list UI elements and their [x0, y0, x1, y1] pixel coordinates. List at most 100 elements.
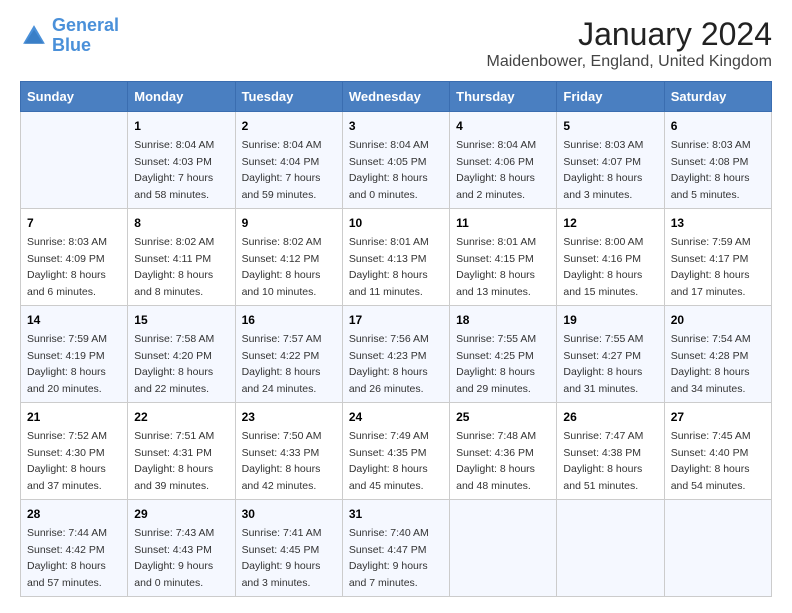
day-number: 15 — [134, 311, 228, 329]
day-info: Sunrise: 7:40 AMSunset: 4:47 PMDaylight:… — [349, 527, 429, 589]
calendar-day-cell: 3 Sunrise: 8:04 AMSunset: 4:05 PMDayligh… — [342, 112, 449, 209]
page-subtitle: Maidenbower, England, United Kingdom — [486, 53, 772, 71]
logo-line2: Blue — [52, 35, 91, 55]
weekday-header: Sunday — [21, 82, 128, 112]
day-number: 2 — [242, 117, 336, 135]
calendar-day-cell: 30 Sunrise: 7:41 AMSunset: 4:45 PMDaylig… — [235, 500, 342, 597]
calendar-table: SundayMondayTuesdayWednesdayThursdayFrid… — [20, 81, 772, 597]
day-number: 16 — [242, 311, 336, 329]
day-info: Sunrise: 7:56 AMSunset: 4:23 PMDaylight:… — [349, 333, 429, 395]
day-number: 23 — [242, 408, 336, 426]
day-number: 28 — [27, 505, 121, 523]
calendar-day-cell: 31 Sunrise: 7:40 AMSunset: 4:47 PMDaylig… — [342, 500, 449, 597]
calendar-day-cell — [557, 500, 664, 597]
calendar-day-cell: 20 Sunrise: 7:54 AMSunset: 4:28 PMDaylig… — [664, 306, 771, 403]
day-number: 14 — [27, 311, 121, 329]
weekday-header: Wednesday — [342, 82, 449, 112]
calendar-day-cell: 23 Sunrise: 7:50 AMSunset: 4:33 PMDaylig… — [235, 403, 342, 500]
calendar-day-cell: 16 Sunrise: 7:57 AMSunset: 4:22 PMDaylig… — [235, 306, 342, 403]
day-number: 25 — [456, 408, 550, 426]
day-info: Sunrise: 7:41 AMSunset: 4:45 PMDaylight:… — [242, 527, 322, 589]
page-title: January 2024 — [486, 16, 772, 53]
day-number: 29 — [134, 505, 228, 523]
calendar-week-row: 21 Sunrise: 7:52 AMSunset: 4:30 PMDaylig… — [21, 403, 772, 500]
calendar-day-cell: 11 Sunrise: 8:01 AMSunset: 4:15 PMDaylig… — [450, 209, 557, 306]
calendar-week-row: 7 Sunrise: 8:03 AMSunset: 4:09 PMDayligh… — [21, 209, 772, 306]
calendar-week-row: 14 Sunrise: 7:59 AMSunset: 4:19 PMDaylig… — [21, 306, 772, 403]
day-info: Sunrise: 7:49 AMSunset: 4:35 PMDaylight:… — [349, 430, 429, 492]
calendar-day-cell: 15 Sunrise: 7:58 AMSunset: 4:20 PMDaylig… — [128, 306, 235, 403]
day-info: Sunrise: 7:43 AMSunset: 4:43 PMDaylight:… — [134, 527, 214, 589]
day-info: Sunrise: 8:04 AMSunset: 4:06 PMDaylight:… — [456, 139, 536, 201]
day-number: 5 — [563, 117, 657, 135]
logo-icon — [20, 22, 48, 50]
day-info: Sunrise: 8:03 AMSunset: 4:08 PMDaylight:… — [671, 139, 751, 201]
day-number: 9 — [242, 214, 336, 232]
calendar-header: SundayMondayTuesdayWednesdayThursdayFrid… — [21, 82, 772, 112]
logo-text: General Blue — [52, 16, 119, 56]
day-info: Sunrise: 8:04 AMSunset: 4:04 PMDaylight:… — [242, 139, 322, 201]
day-info: Sunrise: 8:02 AMSunset: 4:11 PMDaylight:… — [134, 236, 214, 298]
day-number: 30 — [242, 505, 336, 523]
day-number: 11 — [456, 214, 550, 232]
day-info: Sunrise: 8:01 AMSunset: 4:15 PMDaylight:… — [456, 236, 536, 298]
calendar-day-cell: 1 Sunrise: 8:04 AMSunset: 4:03 PMDayligh… — [128, 112, 235, 209]
day-number: 18 — [456, 311, 550, 329]
calendar-day-cell — [664, 500, 771, 597]
calendar-day-cell: 18 Sunrise: 7:55 AMSunset: 4:25 PMDaylig… — [450, 306, 557, 403]
day-info: Sunrise: 8:03 AMSunset: 4:07 PMDaylight:… — [563, 139, 643, 201]
day-number: 22 — [134, 408, 228, 426]
day-info: Sunrise: 8:02 AMSunset: 4:12 PMDaylight:… — [242, 236, 322, 298]
calendar-day-cell: 8 Sunrise: 8:02 AMSunset: 4:11 PMDayligh… — [128, 209, 235, 306]
day-number: 26 — [563, 408, 657, 426]
calendar-day-cell: 5 Sunrise: 8:03 AMSunset: 4:07 PMDayligh… — [557, 112, 664, 209]
day-info: Sunrise: 7:57 AMSunset: 4:22 PMDaylight:… — [242, 333, 322, 395]
day-number: 17 — [349, 311, 443, 329]
calendar-day-cell — [450, 500, 557, 597]
calendar-day-cell — [21, 112, 128, 209]
day-number: 6 — [671, 117, 765, 135]
calendar-day-cell: 28 Sunrise: 7:44 AMSunset: 4:42 PMDaylig… — [21, 500, 128, 597]
weekday-header: Tuesday — [235, 82, 342, 112]
weekday-header: Saturday — [664, 82, 771, 112]
day-number: 13 — [671, 214, 765, 232]
weekday-header: Friday — [557, 82, 664, 112]
day-info: Sunrise: 8:03 AMSunset: 4:09 PMDaylight:… — [27, 236, 107, 298]
day-info: Sunrise: 7:51 AMSunset: 4:31 PMDaylight:… — [134, 430, 214, 492]
calendar-day-cell: 7 Sunrise: 8:03 AMSunset: 4:09 PMDayligh… — [21, 209, 128, 306]
calendar-day-cell: 17 Sunrise: 7:56 AMSunset: 4:23 PMDaylig… — [342, 306, 449, 403]
weekday-header: Monday — [128, 82, 235, 112]
calendar-day-cell: 14 Sunrise: 7:59 AMSunset: 4:19 PMDaylig… — [21, 306, 128, 403]
calendar-day-cell: 27 Sunrise: 7:45 AMSunset: 4:40 PMDaylig… — [664, 403, 771, 500]
day-info: Sunrise: 7:58 AMSunset: 4:20 PMDaylight:… — [134, 333, 214, 395]
calendar-day-cell: 13 Sunrise: 7:59 AMSunset: 4:17 PMDaylig… — [664, 209, 771, 306]
day-info: Sunrise: 7:52 AMSunset: 4:30 PMDaylight:… — [27, 430, 107, 492]
day-number: 24 — [349, 408, 443, 426]
day-number: 4 — [456, 117, 550, 135]
logo: General Blue — [20, 16, 119, 56]
day-info: Sunrise: 7:59 AMSunset: 4:17 PMDaylight:… — [671, 236, 751, 298]
calendar-week-row: 28 Sunrise: 7:44 AMSunset: 4:42 PMDaylig… — [21, 500, 772, 597]
calendar-day-cell: 21 Sunrise: 7:52 AMSunset: 4:30 PMDaylig… — [21, 403, 128, 500]
weekday-header: Thursday — [450, 82, 557, 112]
day-info: Sunrise: 7:54 AMSunset: 4:28 PMDaylight:… — [671, 333, 751, 395]
day-number: 3 — [349, 117, 443, 135]
day-info: Sunrise: 8:01 AMSunset: 4:13 PMDaylight:… — [349, 236, 429, 298]
day-number: 7 — [27, 214, 121, 232]
calendar-day-cell: 26 Sunrise: 7:47 AMSunset: 4:38 PMDaylig… — [557, 403, 664, 500]
title-block: January 2024 Maidenbower, England, Unite… — [486, 16, 772, 71]
day-info: Sunrise: 7:55 AMSunset: 4:25 PMDaylight:… — [456, 333, 536, 395]
calendar-day-cell: 10 Sunrise: 8:01 AMSunset: 4:13 PMDaylig… — [342, 209, 449, 306]
day-number: 10 — [349, 214, 443, 232]
page-header: General Blue January 2024 Maidenbower, E… — [20, 16, 772, 71]
day-info: Sunrise: 8:04 AMSunset: 4:03 PMDaylight:… — [134, 139, 214, 201]
header-row: SundayMondayTuesdayWednesdayThursdayFrid… — [21, 82, 772, 112]
calendar-day-cell: 25 Sunrise: 7:48 AMSunset: 4:36 PMDaylig… — [450, 403, 557, 500]
day-number: 31 — [349, 505, 443, 523]
day-info: Sunrise: 7:55 AMSunset: 4:27 PMDaylight:… — [563, 333, 643, 395]
day-info: Sunrise: 7:45 AMSunset: 4:40 PMDaylight:… — [671, 430, 751, 492]
calendar-day-cell: 19 Sunrise: 7:55 AMSunset: 4:27 PMDaylig… — [557, 306, 664, 403]
calendar-day-cell: 4 Sunrise: 8:04 AMSunset: 4:06 PMDayligh… — [450, 112, 557, 209]
calendar-day-cell: 22 Sunrise: 7:51 AMSunset: 4:31 PMDaylig… — [128, 403, 235, 500]
day-number: 12 — [563, 214, 657, 232]
